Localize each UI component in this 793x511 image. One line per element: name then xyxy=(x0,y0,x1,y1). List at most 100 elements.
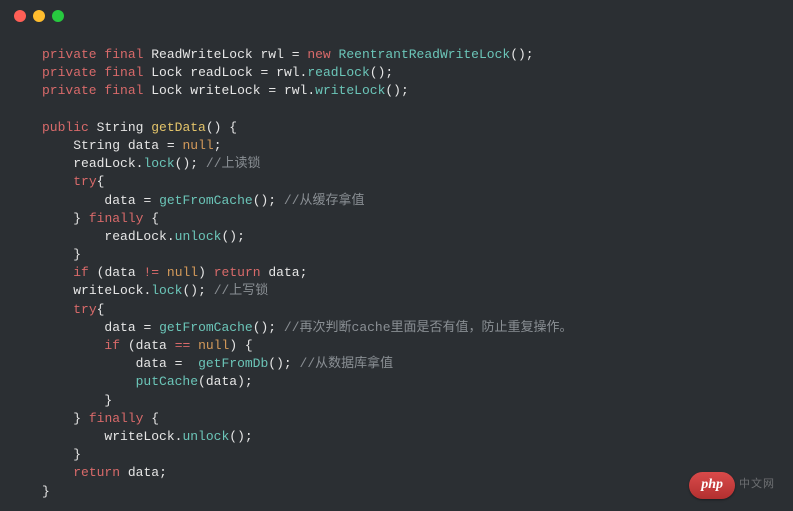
token-type: Lock xyxy=(151,65,182,80)
code-line: } xyxy=(42,446,573,464)
token-ident: rwl xyxy=(276,65,299,80)
token-punct: } xyxy=(73,411,81,426)
code-line: public String getData() { xyxy=(42,119,573,137)
code-line: String data = null; xyxy=(42,137,573,155)
token-punct: } xyxy=(73,447,81,462)
token-ident: data xyxy=(104,193,135,208)
code-line: } xyxy=(42,392,573,410)
token-ident: data xyxy=(206,374,237,389)
token-type: String xyxy=(73,138,120,153)
token-punct: ; xyxy=(214,138,222,153)
token-kw: private xyxy=(42,65,97,80)
code-line: private final Lock readLock = rwl.readLo… xyxy=(42,64,573,82)
token-kw: private xyxy=(42,47,97,62)
watermark: php 中文网 xyxy=(689,472,775,499)
token-punct: (); xyxy=(175,156,198,171)
token-punct: (); xyxy=(370,65,393,80)
token-punct: = xyxy=(268,83,276,98)
token-ident: data xyxy=(136,338,167,353)
code-line: } xyxy=(42,483,573,501)
token-ident: rwl xyxy=(284,83,307,98)
token-ident: readLock xyxy=(104,229,166,244)
code-line: putCache(data); xyxy=(42,373,573,391)
token-comment: //从缓存拿值 xyxy=(284,193,365,208)
token-punct: ) { xyxy=(229,338,252,353)
token-punct: { xyxy=(151,411,159,426)
code-line: } xyxy=(42,246,573,264)
token-punct: = xyxy=(261,65,269,80)
token-punct: ) xyxy=(198,265,206,280)
token-punct: } xyxy=(73,211,81,226)
token-ident: writeLock xyxy=(73,283,143,298)
token-ident: data xyxy=(268,265,299,280)
token-type: Lock xyxy=(151,83,182,98)
token-punct: } xyxy=(104,393,112,408)
token-punct: . xyxy=(307,83,315,98)
token-null: null xyxy=(183,138,214,153)
code-line: try{ xyxy=(42,173,573,191)
code-line: data = getFromDb(); //从数据库拿值 xyxy=(42,355,573,373)
token-punct: ; xyxy=(300,265,308,280)
minimize-icon[interactable] xyxy=(33,10,45,22)
close-icon[interactable] xyxy=(14,10,26,22)
token-punct: (); xyxy=(229,429,252,444)
token-kw: return xyxy=(214,265,261,280)
watermark-text: 中文网 xyxy=(739,478,775,493)
code-line: readLock.lock(); //上读锁 xyxy=(42,155,573,173)
zoom-icon[interactable] xyxy=(52,10,64,22)
token-ident: data xyxy=(104,320,135,335)
token-kw: private xyxy=(42,83,97,98)
token-call: lock xyxy=(143,156,174,171)
token-ident: writeLock xyxy=(190,83,260,98)
token-ident: rwl xyxy=(260,47,283,62)
code-editor: private final ReadWriteLock rwl = new Re… xyxy=(42,46,573,501)
token-kw: finally xyxy=(89,211,144,226)
token-type: ReadWriteLock xyxy=(151,47,252,62)
code-line: writeLock.unlock(); xyxy=(42,428,573,446)
token-punct: (); xyxy=(221,229,244,244)
token-type: String xyxy=(97,120,144,135)
token-kw: if xyxy=(73,265,89,280)
token-ident: readLock xyxy=(73,156,135,171)
token-call: ReentrantReadWriteLock xyxy=(339,47,511,62)
code-line: } finally { xyxy=(42,410,573,428)
window-controls xyxy=(14,10,64,22)
token-ident: data xyxy=(104,265,135,280)
code-line: return data; xyxy=(42,464,573,482)
token-call: unlock xyxy=(175,229,222,244)
token-op: == xyxy=(175,338,191,353)
token-punct: (); xyxy=(253,193,276,208)
token-punct: (); xyxy=(385,83,408,98)
token-op: != xyxy=(143,265,159,280)
token-ident: data xyxy=(136,356,167,371)
code-line: try{ xyxy=(42,301,573,319)
token-punct: (); xyxy=(182,283,205,298)
token-kw: return xyxy=(73,465,120,480)
token-punct: ); xyxy=(237,374,253,389)
token-call: readLock xyxy=(307,65,369,80)
code-line: data = getFromCache(); //从缓存拿值 xyxy=(42,192,573,210)
code-line: writeLock.lock(); //上写锁 xyxy=(42,282,573,300)
code-line xyxy=(42,101,573,119)
token-punct: } xyxy=(42,484,50,499)
token-kw: try xyxy=(73,174,96,189)
token-kw: new xyxy=(307,47,330,62)
token-ident: writeLock xyxy=(104,429,174,444)
token-comment: //上读锁 xyxy=(206,156,261,171)
token-kw: try xyxy=(73,302,96,317)
token-punct: = xyxy=(143,193,151,208)
token-null: null xyxy=(198,338,229,353)
token-punct: () { xyxy=(206,120,237,135)
token-kw: final xyxy=(104,65,143,80)
code-line: data = getFromCache(); //再次判断cache里面是否有值… xyxy=(42,319,573,337)
token-kw: public xyxy=(42,120,89,135)
token-punct: (); xyxy=(510,47,533,62)
token-call: getFromCache xyxy=(159,320,253,335)
token-comment: //从数据库拿值 xyxy=(300,356,394,371)
token-punct: (); xyxy=(268,356,291,371)
token-call: lock xyxy=(151,283,182,298)
token-call: getFromCache xyxy=(159,193,253,208)
token-kw: finally xyxy=(89,411,144,426)
code-line: } finally { xyxy=(42,210,573,228)
token-kw: final xyxy=(104,83,143,98)
